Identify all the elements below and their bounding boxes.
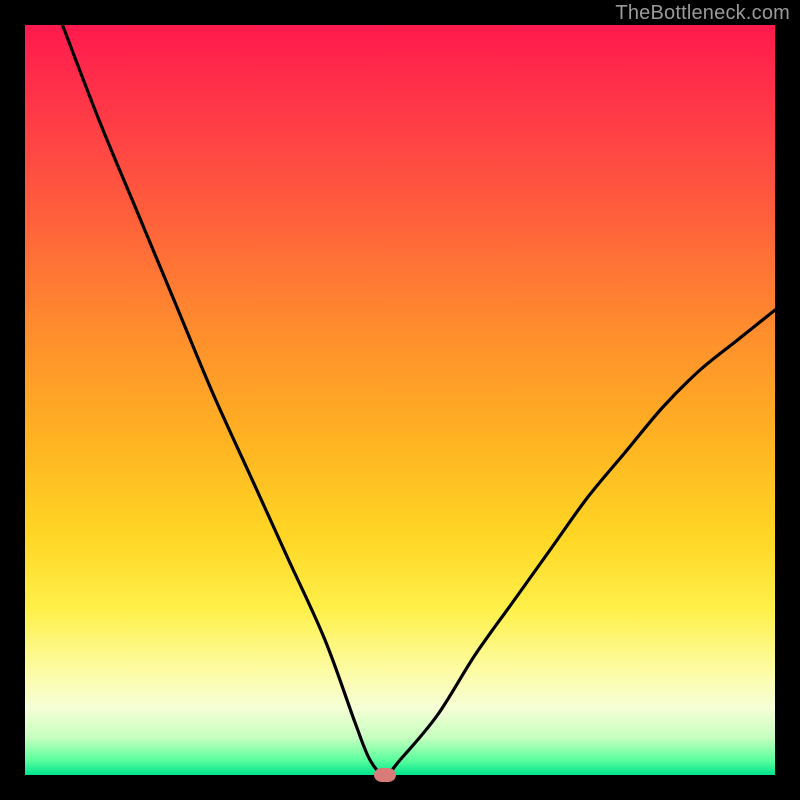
bottleneck-curve [25, 25, 775, 775]
minimum-marker [374, 768, 396, 782]
chart-container: TheBottleneck.com [0, 0, 800, 800]
watermark-text: TheBottleneck.com [615, 2, 790, 25]
plot-area [25, 25, 775, 775]
